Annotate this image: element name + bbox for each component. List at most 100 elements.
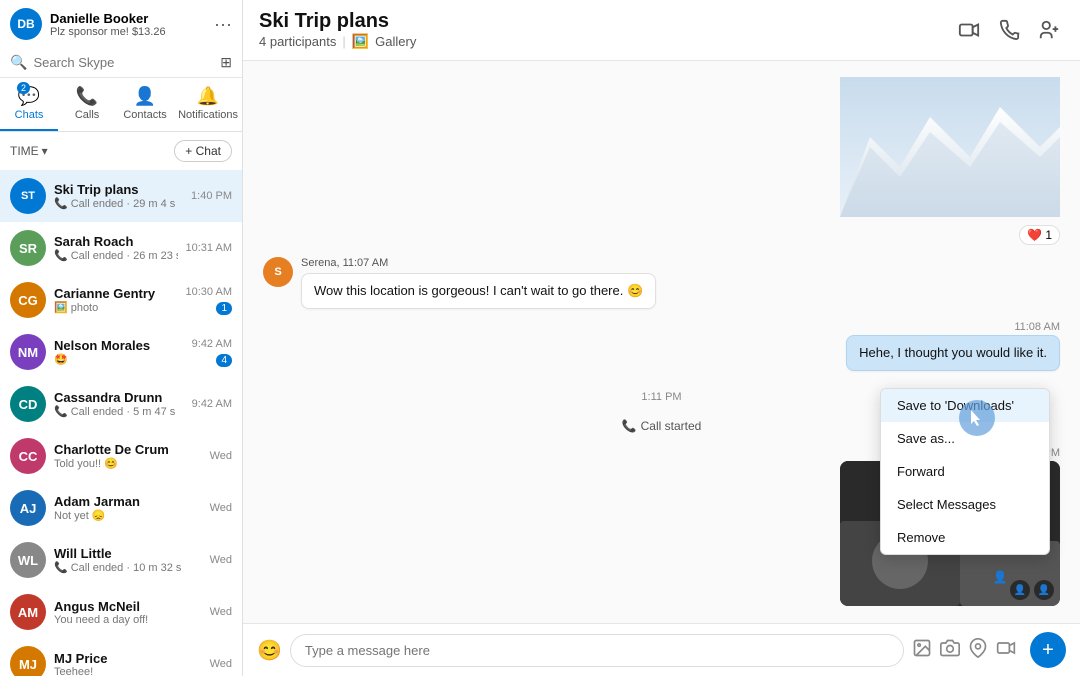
tab-notifications[interactable]: 🔔 Notifications: [174, 78, 242, 131]
chat-item-nelson-morales[interactable]: NM Nelson Morales 🤩 9:42 AM 4: [0, 326, 242, 378]
incoming-message-serena: S Serena, 11:07 AM Wow this location is …: [263, 257, 1060, 309]
location-button[interactable]: [968, 638, 988, 663]
camera-button[interactable]: [940, 638, 960, 663]
chat-header-text: Ski Trip plans 4 participants | 🖼️ Galle…: [259, 10, 416, 50]
unread-badge: 1: [216, 302, 232, 315]
chat-item-name: MJ Price: [54, 651, 202, 666]
svg-text:👤: 👤: [993, 570, 1008, 584]
context-menu-select-messages[interactable]: Select Messages: [881, 488, 1049, 521]
avatar-icon-2: 👤: [1034, 580, 1054, 600]
chat-item-preview: 🤩: [54, 353, 184, 366]
contacts-icon: 👤: [134, 86, 156, 107]
own-message-group: 11:08 AM Hehe, I thought you would like …: [263, 321, 1060, 371]
add-button[interactable]: +: [1030, 632, 1066, 668]
chat-item-mj-price[interactable]: MJ MJ Price Teehee! Wed: [0, 638, 242, 676]
tab-chats[interactable]: 💬 Chats 2: [0, 78, 58, 131]
chat-item-sarah-roach[interactable]: SR Sarah Roach 📞 Call ended · 26 m 23 s …: [0, 222, 242, 274]
chat-item-adam-jarman[interactable]: AJ Adam Jarman Not yet 😞 Wed: [0, 482, 242, 534]
chat-item-info: Ski Trip plans 📞 Call ended · 29 m 4 s: [54, 182, 183, 210]
sent-image[interactable]: [840, 77, 1060, 217]
context-menu-save-downloads[interactable]: Save to 'Downloads': [881, 389, 1049, 422]
header-actions: [954, 15, 1064, 45]
chat-item-info: Will Little 📞 Call ended · 10 m 32 s: [54, 546, 202, 574]
chat-item-angus-mcneil[interactable]: AM Angus McNeil You need a day off! Wed: [0, 586, 242, 638]
chat-item-preview: 📞 Call ended · 10 m 32 s: [54, 561, 202, 574]
context-menu-save-as[interactable]: Save as...: [881, 422, 1049, 455]
video-overlay-icons: 👤 👤: [1010, 580, 1054, 600]
emoji-button[interactable]: 😊: [257, 638, 282, 663]
chat-item-cassandra-drunn[interactable]: CD Cassandra Drunn 📞 Call ended · 5 m 47…: [0, 378, 242, 430]
chat-item-name: Adam Jarman: [54, 494, 202, 509]
chat-item-info: MJ Price Teehee!: [54, 651, 202, 676]
add-participant-button[interactable]: [1034, 15, 1064, 45]
chat-meta: 4 participants | 🖼️ Gallery: [259, 33, 416, 50]
avatar-icon-1: 👤: [1010, 580, 1030, 600]
chat-item-info: Cassandra Drunn 📞 Call ended · 5 m 47 s: [54, 390, 184, 418]
chat-item-carianne-gentry[interactable]: CG Carianne Gentry 🖼️ photo 10:30 AM 1: [0, 274, 242, 326]
context-menu: Save to 'Downloads' Save as... Forward S…: [880, 388, 1050, 555]
context-menu-forward[interactable]: Forward: [881, 455, 1049, 488]
chat-item-info: Carianne Gentry 🖼️ photo: [54, 286, 178, 314]
profile-info: Danielle Booker Plz sponsor me! $13.26: [50, 11, 206, 38]
chat-item-ski-trip[interactable]: ST Ski Trip plans 📞 Call ended · 29 m 4 …: [0, 170, 242, 222]
more-options-button[interactable]: ···: [214, 14, 232, 35]
chat-avatar: CG: [10, 282, 46, 318]
chats-badge: 2: [17, 82, 30, 94]
voice-call-button[interactable]: [994, 15, 1024, 45]
chat-header: Ski Trip plans 4 participants | 🖼️ Galle…: [243, 0, 1080, 61]
sidebar: DB Danielle Booker Plz sponsor me! $13.2…: [0, 0, 243, 676]
chat-avatar: MJ: [10, 646, 46, 676]
chat-avatar: SR: [10, 230, 46, 266]
chat-item-name: Ski Trip plans: [54, 182, 183, 197]
chat-avatar: WL: [10, 542, 46, 578]
nav-tabs: 💬 Chats 2 📞 Calls 👤 Contacts 🔔 Notificat…: [0, 78, 242, 132]
serena-avatar: S: [263, 257, 293, 287]
chat-item-time: Wed: [210, 606, 232, 618]
chat-avatar: AJ: [10, 490, 46, 526]
input-bar: 😊 +: [243, 623, 1080, 676]
chat-item-time: 10:30 AM: [186, 286, 232, 298]
chat-item-time: Wed: [210, 502, 232, 514]
chat-avatar: NM: [10, 334, 46, 370]
chat-item-preview: Not yet 😞: [54, 509, 202, 522]
own-message-time: 11:08 AM: [1014, 321, 1060, 333]
chat-item-name: Carianne Gentry: [54, 286, 178, 301]
gallery-icon: 🖼️: [352, 33, 369, 50]
tab-calls[interactable]: 📞 Calls: [58, 78, 116, 131]
search-bar: 🔍 ⊞: [0, 48, 242, 78]
chat-item-preview: 🖼️ photo: [54, 301, 178, 314]
new-chat-button[interactable]: + Chat: [174, 140, 232, 162]
chat-item-time: 9:42 AM: [192, 398, 232, 410]
context-menu-remove[interactable]: Remove: [881, 521, 1049, 554]
profile-name: Danielle Booker: [50, 11, 206, 26]
chat-item-info: Nelson Morales 🤩: [54, 338, 184, 366]
chat-avatar: CC: [10, 438, 46, 474]
heart-reaction[interactable]: ❤️ 1: [1019, 225, 1060, 245]
profile-bar: DB Danielle Booker Plz sponsor me! $13.2…: [0, 0, 242, 48]
chat-item-name: Sarah Roach: [54, 234, 178, 249]
chat-item-time: 1:40 PM: [191, 190, 232, 202]
chat-item-charlotte-de-crum[interactable]: CC Charlotte De Crum Told you!! 😊 Wed: [0, 430, 242, 482]
video-call-button[interactable]: [954, 15, 984, 45]
tab-contacts[interactable]: 👤 Contacts: [116, 78, 174, 131]
search-icon: 🔍: [10, 54, 27, 71]
search-input[interactable]: [33, 55, 214, 70]
chat-item-name: Cassandra Drunn: [54, 390, 184, 405]
message-sender: Serena, 11:07 AM: [301, 257, 656, 269]
chat-item-preview: Told you!! 😊: [54, 457, 202, 470]
chat-item-name: Charlotte De Crum: [54, 442, 202, 457]
chat-item-will-little[interactable]: WL Will Little 📞 Call ended · 10 m 32 s …: [0, 534, 242, 586]
message-input[interactable]: [290, 634, 904, 667]
chat-item-name: Angus McNeil: [54, 599, 202, 614]
time-sort-label[interactable]: TIME ▾: [10, 144, 48, 158]
chat-title: Ski Trip plans: [259, 10, 416, 33]
grid-icon[interactable]: ⊞: [220, 54, 232, 71]
input-actions: [912, 638, 1016, 663]
attach-button[interactable]: [912, 638, 932, 663]
chat-item-time: Wed: [210, 658, 232, 670]
video-button[interactable]: [996, 638, 1016, 663]
chat-avatar: CD: [10, 386, 46, 422]
chat-item-preview: 📞 Call ended · 26 m 23 s: [54, 249, 178, 262]
chat-avatar: ST: [10, 178, 46, 214]
chat-item-info: Adam Jarman Not yet 😞: [54, 494, 202, 522]
